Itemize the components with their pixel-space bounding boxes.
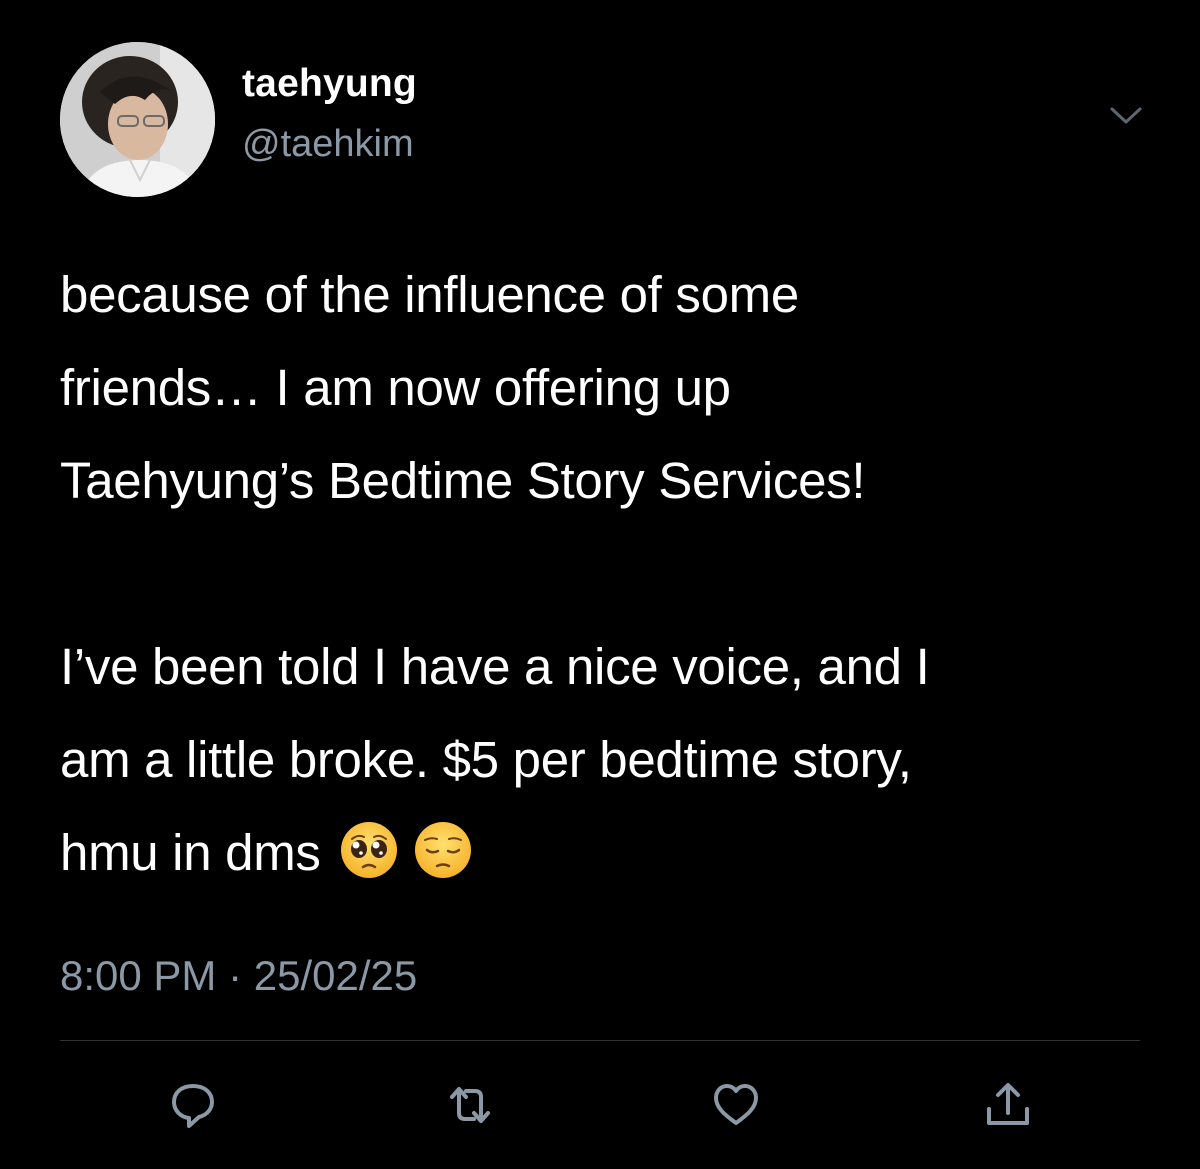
avatar[interactable] bbox=[60, 42, 215, 197]
tweet-text-line: Taehyung’s Bedtime Story Services! bbox=[60, 452, 866, 509]
tweet-text-line: hmu in dms bbox=[60, 824, 321, 881]
like-icon[interactable] bbox=[708, 1077, 764, 1133]
pleading-face-emoji bbox=[339, 816, 399, 878]
reply-icon[interactable] bbox=[165, 1077, 221, 1133]
share-icon[interactable] bbox=[980, 1077, 1036, 1133]
retweet-icon[interactable] bbox=[442, 1077, 498, 1133]
chevron-down-icon[interactable] bbox=[1108, 100, 1144, 130]
display-name[interactable]: taehyung bbox=[242, 62, 417, 106]
tweet-text-line: because of the influence of some bbox=[60, 266, 799, 323]
tweet-text-line: I’ve been told I have a nice voice, and … bbox=[60, 638, 930, 695]
tweet-timestamp[interactable]: 8:00 PM · 25/02/25 bbox=[60, 952, 417, 1000]
tweet-text-line: am a little broke. $5 per bedtime story, bbox=[60, 731, 912, 788]
user-handle[interactable]: @taehkim bbox=[242, 123, 414, 166]
tweet-text-line: friends… I am now offering up bbox=[60, 359, 731, 416]
avatar-photo bbox=[60, 42, 215, 197]
tweet-text: because of the influence of some friends… bbox=[60, 248, 1160, 899]
tweet: taehyung @taehkim because of the influen… bbox=[0, 0, 1200, 1169]
pensive-face-emoji bbox=[413, 816, 473, 878]
divider bbox=[60, 1040, 1140, 1041]
tweet-text-last-line: hmu in dms bbox=[60, 806, 1160, 899]
